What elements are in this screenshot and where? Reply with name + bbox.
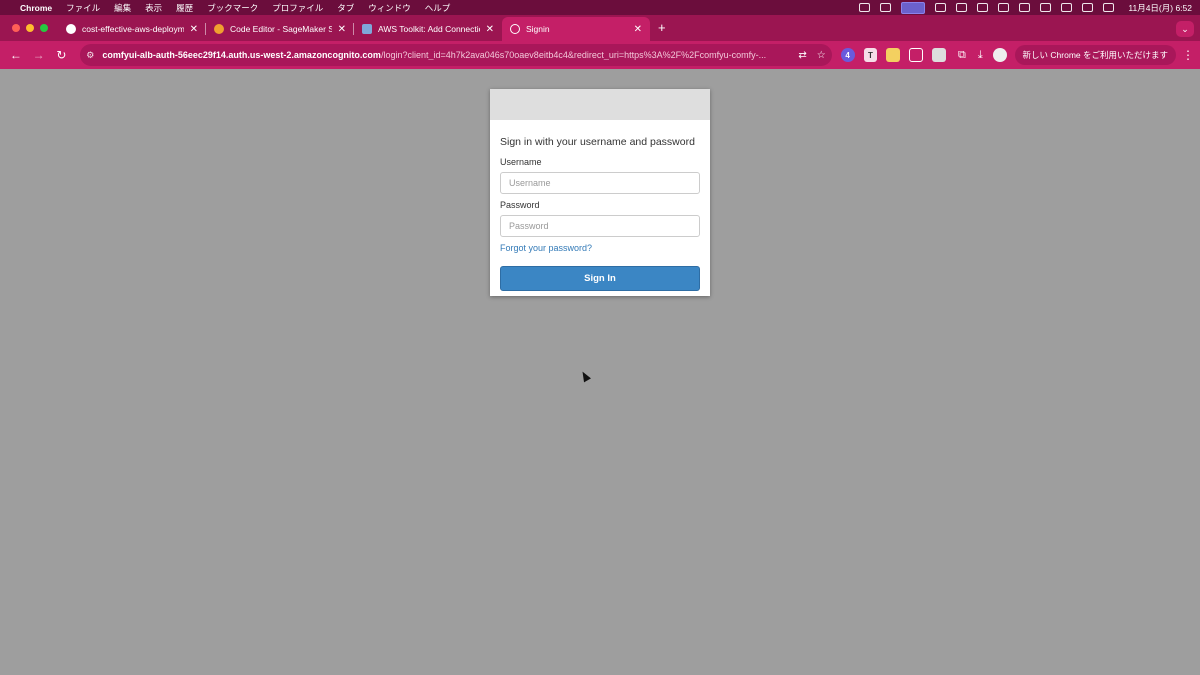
chrome-menu-icon[interactable]: ⋮ <box>1182 48 1194 62</box>
siri-icon[interactable] <box>1103 3 1115 12</box>
spotlight-icon[interactable] <box>1061 3 1073 12</box>
signin-title: Sign in with your username and password <box>500 136 695 148</box>
menu-edit[interactable]: 編集 <box>114 2 131 14</box>
menu-file[interactable]: ファイル <box>66 2 100 14</box>
close-tab-icon[interactable]: ✕ <box>486 24 494 35</box>
keyboard-icon[interactable] <box>956 3 968 12</box>
username-label: Username <box>500 157 542 167</box>
wifi-icon[interactable] <box>1040 3 1052 12</box>
menu-tab[interactable]: タブ <box>337 2 354 14</box>
aws-toolkit-icon <box>362 24 372 34</box>
extension-tool-icon[interactable] <box>932 48 946 62</box>
tab-title: Code Editor - SageMaker Stu <box>230 24 332 34</box>
menubar-clock[interactable]: 11月4日(月) 6:52 <box>1128 2 1192 14</box>
drive-icon[interactable] <box>880 3 892 12</box>
address-bar[interactable]: ⚙ comfyui-alb-auth-56eec29f14.auth.us-we… <box>80 44 832 66</box>
close-tab-icon[interactable]: ✕ <box>338 24 346 35</box>
tab-aws-toolkit[interactable]: AWS Toolkit: Add Connection ✕ <box>354 17 502 41</box>
signin-form: Sign in with your username and password … <box>490 120 710 291</box>
forgot-password-link[interactable]: Forgot your password? <box>500 243 700 253</box>
bookmark-star-icon[interactable]: ☆ <box>817 50 826 61</box>
forward-button[interactable]: → <box>29 45 49 65</box>
password-input[interactable]: Password <box>500 215 700 237</box>
browser-toolbar: ← → ↻ ⚙ comfyui-alb-auth-56eec29f14.auth… <box>0 41 1200 69</box>
globe-icon <box>510 24 520 34</box>
extension-note-icon[interactable] <box>886 48 901 62</box>
page-content: Sign in with your username and password … <box>0 69 1200 675</box>
mac-menubar: Chrome ファイル 編集 表示 履歴 ブックマーク プロファイル タブ ウィ… <box>0 0 1200 15</box>
window-controls <box>0 24 58 41</box>
menu-bookmarks[interactable]: ブックマーク <box>207 2 258 14</box>
menu-view[interactable]: 表示 <box>145 2 162 14</box>
new-tab-button[interactable]: + <box>650 20 674 41</box>
sagemaker-icon <box>214 24 224 34</box>
menu-history[interactable]: 履歴 <box>176 2 193 14</box>
status-tray: 11月4日(月) 6:52 <box>859 1 1192 14</box>
input-source-icon[interactable] <box>998 3 1010 12</box>
downloads-icon[interactable]: ⤓ <box>978 49 983 62</box>
menu-window[interactable]: ウィンドウ <box>368 2 411 14</box>
tab-title: cost-effective-aws-deployme <box>82 24 184 34</box>
signin-modal: Sign in with your username and password … <box>490 89 710 296</box>
reload-button[interactable]: ↻ <box>52 45 72 65</box>
tab-strip: cost-effective-aws-deployme ✕ Code Edito… <box>0 15 1200 41</box>
username-input[interactable]: Username <box>500 172 700 194</box>
tab-github[interactable]: cost-effective-aws-deployme ✕ <box>58 17 206 41</box>
signin-button[interactable]: Sign In <box>500 266 700 291</box>
modal-banner <box>490 89 710 120</box>
profile-avatar[interactable] <box>992 48 1007 62</box>
extensions-puzzle-icon[interactable]: ⧉ <box>958 49 966 62</box>
notification-icon[interactable] <box>935 3 947 12</box>
site-info-icon[interactable]: ⚙ <box>86 50 94 61</box>
tab-code-editor[interactable]: Code Editor - SageMaker Stu ✕ <box>206 17 354 41</box>
tab-title: Signin <box>526 24 550 34</box>
url-path: /login?client_id=4h7k2ava046s70oaev8eitb… <box>380 50 767 60</box>
tab-signin[interactable]: Signin ✕ <box>502 17 650 41</box>
tab-search-button[interactable]: ⌄ <box>1176 21 1194 37</box>
password-label: Password <box>500 200 540 210</box>
back-button[interactable]: ← <box>6 45 26 65</box>
url-host: comfyui-alb-auth-56eec29f14.auth.us-west… <box>102 50 381 60</box>
extension-badge-icon[interactable]: 4 <box>840 48 855 62</box>
close-window-button[interactable] <box>12 24 20 32</box>
screen-share-icon[interactable] <box>901 1 926 14</box>
mute-icon[interactable] <box>977 3 989 12</box>
menu-profiles[interactable]: プロファイル <box>272 2 323 14</box>
chrome-update-button[interactable]: 新しい Chrome をご利用いただけます <box>1014 45 1176 65</box>
github-icon <box>66 24 76 34</box>
app-menu-chrome[interactable]: Chrome <box>20 3 52 13</box>
close-tab-icon[interactable]: ✕ <box>634 24 642 35</box>
mouse-cursor-icon <box>579 369 591 383</box>
battery-icon[interactable] <box>1019 3 1031 12</box>
tab-title: AWS Toolkit: Add Connection <box>378 24 480 34</box>
zoom-window-button[interactable] <box>40 24 48 32</box>
menu-help[interactable]: ヘルプ <box>425 2 451 14</box>
tray-app-icon[interactable] <box>859 3 871 12</box>
minimize-window-button[interactable] <box>26 24 34 32</box>
translate-icon[interactable]: ⇄ <box>798 50 806 61</box>
extension-keyboard-icon[interactable] <box>909 48 924 62</box>
control-center-icon[interactable] <box>1082 3 1094 12</box>
close-tab-icon[interactable]: ✕ <box>190 24 198 35</box>
extension-t-icon[interactable]: T <box>863 48 878 62</box>
